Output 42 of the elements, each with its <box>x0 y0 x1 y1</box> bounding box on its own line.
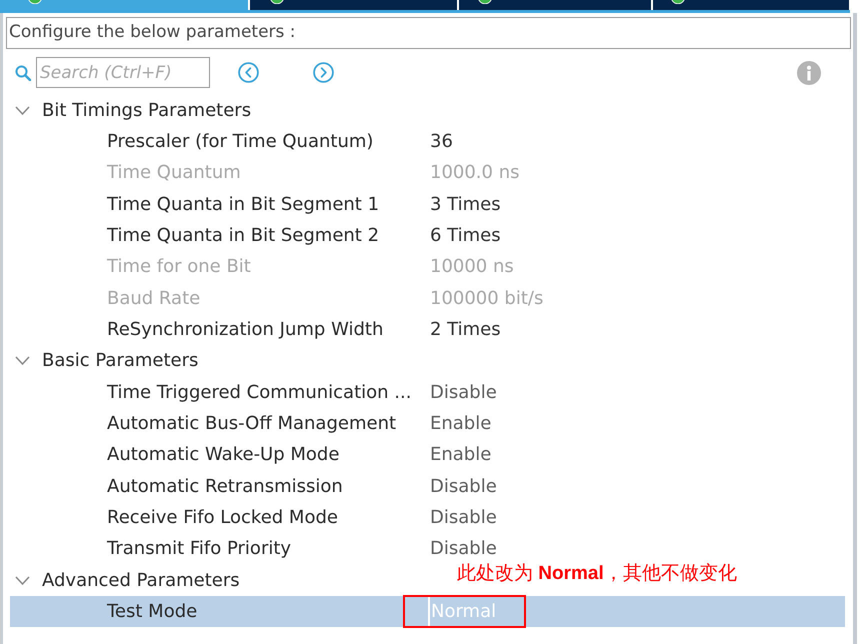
property-value: Disable <box>430 537 497 562</box>
property-value: 36 <box>430 130 453 154</box>
property-label: Test Mode <box>107 600 198 624</box>
search-icon <box>15 64 31 80</box>
previous-icon[interactable] <box>238 62 259 83</box>
search-field[interactable]: Search (Ctrl+F) <box>36 57 210 88</box>
group-label: Basic Parameters <box>42 349 198 374</box>
tab[interactable] <box>653 0 849 10</box>
property-value: Enable <box>430 443 492 468</box>
property-label: Prescaler (for Time Quantum) <box>107 130 374 154</box>
property-label: Automatic Bus-Off Management <box>107 412 398 436</box>
property-label: Time Quanta in Bit Segment 2 <box>107 224 380 248</box>
property-value: 3 Times <box>430 192 501 217</box>
property-label: Automatic Wake-Up Mode <box>107 443 340 468</box>
property-value: Disable <box>430 506 497 530</box>
property-value: Disable <box>430 474 497 499</box>
property-label: Time Triggered Communication ... <box>107 380 412 405</box>
group-label: Bit Timings Parameters <box>42 98 252 123</box>
property-value: 2 Times <box>430 318 501 342</box>
property-label: Time Quanta in Bit Segment 1 <box>107 192 380 217</box>
property-label: Time for one Bit <box>107 255 252 280</box>
property-label: Time Quantum <box>107 161 242 186</box>
next-icon[interactable] <box>313 62 334 83</box>
property-value: 100000 bit/s <box>430 286 544 311</box>
group-label: Advanced Parameters <box>42 568 240 593</box>
property-label: Transmit Fifo Priority <box>107 537 292 562</box>
property-row[interactable]: Test Mode Normal <box>10 596 845 628</box>
description-box: Configure the below parameters : <box>6 17 851 49</box>
property-value: 1000.0 ns <box>430 161 520 186</box>
property-label: Receive Fifo Locked Mode <box>107 506 339 530</box>
property-label: ReSynchronization Jump Width <box>107 318 384 342</box>
chevron-down-icon[interactable] <box>15 106 30 115</box>
chevron-down-icon[interactable] <box>15 576 30 585</box>
chevron-down-icon[interactable] <box>15 356 30 366</box>
property-label: Automatic Retransmission <box>107 474 344 499</box>
property-value: Disable <box>430 380 497 405</box>
tab[interactable] <box>459 0 651 10</box>
property-value: Enable <box>430 412 492 436</box>
property-value: 10000 ns <box>430 255 514 280</box>
property-label: Baud Rate <box>107 286 202 311</box>
info-icon[interactable] <box>797 60 821 84</box>
property-value: 6 Times <box>430 224 501 248</box>
